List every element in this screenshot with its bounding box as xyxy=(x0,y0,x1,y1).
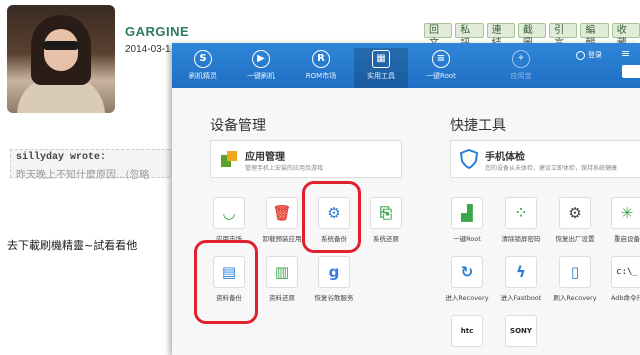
quote-button[interactable]: 引言 xyxy=(549,23,578,49)
pattern-lock-icon: ⁘ xyxy=(505,197,537,229)
reply-button[interactable]: 回文 xyxy=(424,23,453,49)
tool-reboot-device[interactable]: ✳ 重启设备 xyxy=(602,197,640,243)
edit-button[interactable]: 編輯 xyxy=(580,23,609,49)
quote-text: 昨天晚上不知什麼原因...(忽略 xyxy=(16,170,150,181)
device-management-title: 设备管理 xyxy=(210,118,266,134)
gears-icon: ⚙ xyxy=(559,197,591,229)
user-avatar[interactable] xyxy=(7,5,115,113)
search-input[interactable] xyxy=(622,65,640,78)
quick-tools-title: 快捷工具 xyxy=(450,118,506,134)
root-icon: ≡ xyxy=(432,50,450,68)
nav-one-click-flash[interactable]: ▶ 一键刷机 xyxy=(234,48,288,88)
data-restore-icon: ▥ xyxy=(266,256,298,288)
app-store-icon: ✦ xyxy=(512,50,530,68)
tool-enter-fastboot[interactable]: ϟ 进入Fastboot xyxy=(496,256,546,302)
android-icon: ▟ xyxy=(451,197,483,229)
tool-factory-reset[interactable]: ⚙ 恢复出厂设置 xyxy=(550,197,600,243)
nav-flash-wizard[interactable]: S 刷机精灵 xyxy=(176,48,230,88)
phone-checkup-card[interactable]: 手机体检 您的设备从未体检，建议立即体检，保持系统健康 xyxy=(450,140,640,178)
tool-enter-recovery[interactable]: ↻ 进入Recovery xyxy=(442,256,492,302)
refresh-icon: ↻ xyxy=(451,256,483,288)
sony-lock-icon: SONY xyxy=(505,315,537,347)
nav-app-store[interactable]: ✦ 应用宝 xyxy=(494,48,548,88)
tool-uninstall-apps[interactable]: 🗑 卸载预装应用 xyxy=(257,197,307,243)
lightning-icon: ϟ xyxy=(505,256,537,288)
phone-icon: ▯ xyxy=(559,256,591,288)
puzzle-icon xyxy=(219,149,239,169)
menu-icon[interactable]: ≡ xyxy=(621,47,630,60)
tool-sony-unlock[interactable]: SONY xyxy=(496,315,546,347)
tool-system-restore[interactable]: ⎘ 系统还原 xyxy=(361,197,411,243)
login-link[interactable]: 登录 xyxy=(576,50,602,60)
app-management-card[interactable]: 应用管理 管理手机上安装的应用及游戏 xyxy=(210,140,402,178)
post-action-bar: 回文 私訊 連結 截圖 引言 編輯 收藏 xyxy=(424,23,640,49)
tool-clear-lock-password[interactable]: ⁘ 清除锁屏密码 xyxy=(496,197,546,243)
highlight-data-backup xyxy=(194,240,258,324)
tool-data-restore[interactable]: ▥ 资料还原 xyxy=(257,256,307,302)
nav-tools[interactable]: ▦ 实用工具 xyxy=(354,48,408,88)
tool-flash-recovery[interactable]: ▯ 刷入Recovery xyxy=(550,256,600,302)
post-body-text: 去下載刷機精靈~試看看他 xyxy=(7,239,138,252)
tool-htc-unlock[interactable]: htc xyxy=(442,315,492,347)
tool-one-click-root[interactable]: ▟ 一键Root xyxy=(442,197,492,243)
htc-lock-icon: htc xyxy=(451,315,483,347)
highlight-system-backup xyxy=(302,181,361,253)
screenshot-button[interactable]: 截圖 xyxy=(517,23,547,49)
nav-one-click-root[interactable]: ≡ 一键Root xyxy=(414,48,468,88)
app-market-icon: ◡ xyxy=(213,197,245,229)
user-icon xyxy=(576,50,585,60)
favorite-button[interactable]: 收藏 xyxy=(611,23,640,49)
trash-icon: 🗑 xyxy=(266,197,298,229)
system-restore-icon: ⎘ xyxy=(370,197,402,229)
terminal-icon: c:\_ xyxy=(611,256,640,288)
flash-wizard-icon: S xyxy=(194,50,212,68)
post-date: 2014-03-1 xyxy=(125,44,171,55)
one-click-flash-icon: ▶ xyxy=(252,50,270,68)
tool-app-market[interactable]: ◡ 应用市场 xyxy=(204,197,254,243)
tool-adb-command[interactable]: c:\_ Adb命令行 xyxy=(602,256,640,302)
rom-market-icon: R xyxy=(312,50,330,68)
quote-author: sillyday wrote: xyxy=(16,152,107,163)
link-button[interactable]: 連結 xyxy=(486,23,515,49)
screenshot: GARGINE 2014-03-1 回文 私訊 連結 截圖 引言 編輯 收藏 s… xyxy=(0,0,640,355)
shield-icon xyxy=(459,148,479,170)
nav-rom-market[interactable]: R ROM市场 xyxy=(294,48,348,88)
private-message-button[interactable]: 私訊 xyxy=(455,23,484,49)
loading-icon: ✳ xyxy=(611,197,640,229)
google-icon: g xyxy=(318,256,350,288)
tools-grid-icon: ▦ xyxy=(372,50,390,68)
tool-restore-google-services[interactable]: g 恢复谷歌服务 xyxy=(309,256,359,302)
post-username[interactable]: GARGINE xyxy=(125,24,189,39)
